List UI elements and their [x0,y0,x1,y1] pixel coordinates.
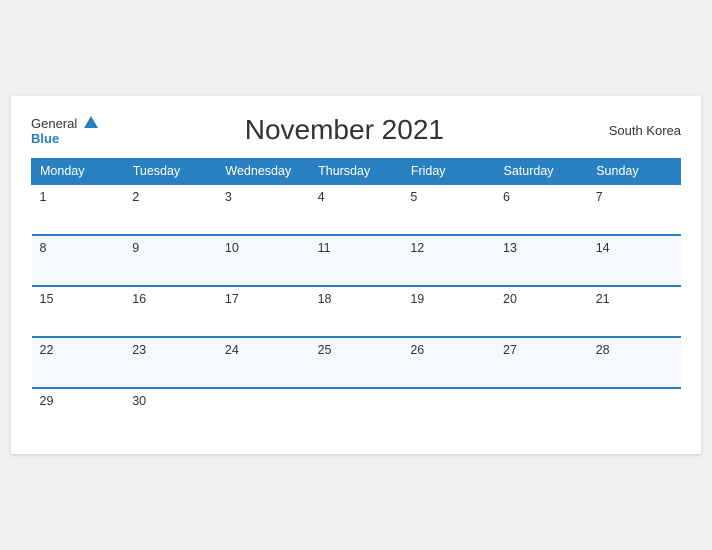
day-number: 19 [410,292,424,306]
calendar-day-cell: 16 [124,286,217,337]
day-number: 10 [225,241,239,255]
day-number: 5 [410,190,417,204]
day-number: 3 [225,190,232,204]
calendar-day-cell: 15 [32,286,125,337]
day-number: 21 [596,292,610,306]
calendar-day-cell: 18 [310,286,403,337]
calendar-day-cell: 4 [310,184,403,235]
day-number: 6 [503,190,510,204]
calendar-week-row: 22 23 24 25 26 27 28 [32,337,681,388]
day-number: 2 [132,190,139,204]
calendar-day-cell: 3 [217,184,310,235]
day-number: 22 [40,343,54,357]
calendar-day-cell: 13 [495,235,588,286]
calendar-header: General Blue November 2021 South Korea [31,114,681,146]
day-number: 16 [132,292,146,306]
calendar-day-cell: 22 [32,337,125,388]
day-number: 9 [132,241,139,255]
calendar-day-cell: 12 [402,235,495,286]
day-number: 1 [40,190,47,204]
calendar-day-cell: 1 [32,184,125,235]
calendar-week-row: 1 2 3 4 5 6 7 [32,184,681,235]
weekday-header-row: Monday Tuesday Wednesday Thursday Friday… [32,159,681,185]
calendar-day-cell: 17 [217,286,310,337]
calendar-day-cell: 5 [402,184,495,235]
logo-general: General [31,116,98,132]
day-number: 4 [318,190,325,204]
col-thursday: Thursday [310,159,403,185]
day-number: 25 [318,343,332,357]
day-number: 27 [503,343,517,357]
col-tuesday: Tuesday [124,159,217,185]
col-monday: Monday [32,159,125,185]
col-sunday: Sunday [588,159,681,185]
calendar-day-cell: 30 [124,388,217,438]
col-wednesday: Wednesday [217,159,310,185]
calendar-day-cell [402,388,495,438]
day-number: 30 [132,394,146,408]
day-number: 24 [225,343,239,357]
col-friday: Friday [402,159,495,185]
logo-general-text: General [31,116,77,131]
calendar-day-cell: 11 [310,235,403,286]
day-number: 8 [40,241,47,255]
logo: General Blue [31,116,98,145]
calendar-day-cell: 23 [124,337,217,388]
day-number: 28 [596,343,610,357]
day-number: 11 [318,241,331,255]
day-number: 20 [503,292,517,306]
calendar-title: November 2021 [98,114,591,146]
calendar-week-row: 8 9 10 11 12 13 14 [32,235,681,286]
day-number: 7 [596,190,603,204]
day-number: 14 [596,241,610,255]
day-number: 26 [410,343,424,357]
calendar-week-row: 15 16 17 18 19 20 21 [32,286,681,337]
calendar-day-cell: 7 [588,184,681,235]
calendar-day-cell: 28 [588,337,681,388]
calendar-day-cell: 25 [310,337,403,388]
calendar-container: General Blue November 2021 South Korea M… [11,96,701,454]
day-number: 17 [225,292,239,306]
col-saturday: Saturday [495,159,588,185]
calendar-day-cell: 14 [588,235,681,286]
calendar-day-cell: 2 [124,184,217,235]
day-number: 23 [132,343,146,357]
day-number: 13 [503,241,517,255]
logo-triangle-icon [84,116,98,128]
calendar-day-cell [310,388,403,438]
calendar-day-cell: 10 [217,235,310,286]
calendar-week-row: 29 30 [32,388,681,438]
calendar-day-cell: 20 [495,286,588,337]
day-number: 15 [40,292,54,306]
calendar-grid: Monday Tuesday Wednesday Thursday Friday… [31,158,681,438]
calendar-day-cell: 9 [124,235,217,286]
calendar-day-cell: 29 [32,388,125,438]
logo-blue-text: Blue [31,132,59,145]
calendar-day-cell: 8 [32,235,125,286]
calendar-day-cell: 26 [402,337,495,388]
calendar-day-cell: 6 [495,184,588,235]
calendar-day-cell: 27 [495,337,588,388]
day-number: 29 [40,394,54,408]
calendar-day-cell: 24 [217,337,310,388]
calendar-day-cell: 19 [402,286,495,337]
country-label: South Korea [591,123,681,138]
day-number: 18 [318,292,332,306]
calendar-day-cell: 21 [588,286,681,337]
calendar-day-cell [495,388,588,438]
calendar-day-cell [217,388,310,438]
day-number: 12 [410,241,424,255]
calendar-day-cell [588,388,681,438]
